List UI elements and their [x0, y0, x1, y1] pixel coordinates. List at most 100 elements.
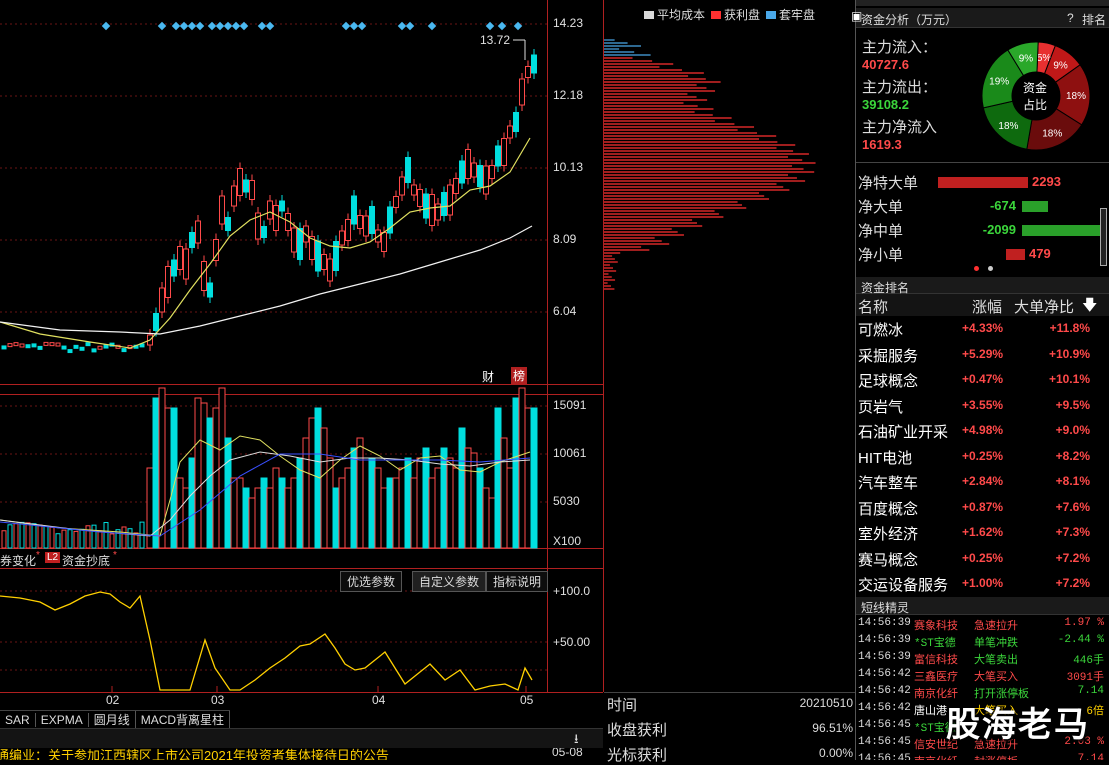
kline-candle	[1, 345, 7, 350]
volume-bar	[43, 525, 49, 549]
kline-candle	[351, 195, 357, 225]
custom-params-button[interactable]: 自定义参数	[412, 571, 487, 592]
kline-candle	[97, 345, 103, 350]
rank-row[interactable]: 交运设备服务 +1.00% +7.2%	[856, 571, 1108, 596]
kline-candle	[417, 189, 423, 207]
kline-candle	[73, 344, 79, 349]
tab-sar[interactable]: SAR	[0, 713, 36, 727]
rank-link[interactable]: 排名	[1082, 11, 1106, 28]
tab-expma[interactable]: EXPMA	[36, 713, 89, 727]
col-change[interactable]: 涨幅	[972, 296, 1002, 317]
fund-analysis-title: 资金分析（万元）	[861, 13, 958, 27]
short-line-row[interactable]: 14:56:39 赛象科技 急速拉升 1.97 %	[856, 616, 1108, 633]
rank-row[interactable]: HIT电池 +0.25% +8.2%	[856, 444, 1108, 469]
tab-moon-line[interactable]: 圆月线	[89, 711, 136, 728]
short-line-value: 446手	[1073, 655, 1104, 667]
kline-candle	[91, 348, 97, 353]
rank-row[interactable]: 室外经济 +1.62% +7.3%	[856, 520, 1108, 545]
news-ticker[interactable]: 通编业：关于参加江西辖区上市公司2021年投资者集体接待日的公告 05-08	[0, 748, 603, 760]
volume-bar	[338, 477, 346, 549]
chip-info-divider	[604, 692, 855, 693]
signal-diamond	[171, 21, 181, 31]
kline-candle	[345, 219, 351, 241]
rank-row[interactable]: 石油矿业开采 +4.98% +9.0%	[856, 418, 1108, 443]
indicator-help-button[interactable]: 指标说明	[486, 571, 549, 592]
short-line-row[interactable]: 14:56:39 富信科技 大笔卖出 446手	[856, 650, 1108, 667]
scrollbar[interactable]	[1100, 208, 1107, 266]
finance-tag[interactable]: 财	[482, 368, 494, 385]
rank-row[interactable]: 页岩气 +3.55% +9.5%	[856, 393, 1108, 418]
short-line-row[interactable]: 14:56:39 *ST宝德 单笔冲跌 -2.44 %	[856, 633, 1108, 650]
chip-info-label: 光标获利	[607, 747, 668, 764]
col-name[interactable]: 名称	[858, 296, 888, 317]
donut-center-text-2: 占比	[1023, 98, 1048, 112]
tab-star: *	[36, 550, 40, 561]
rank-row[interactable]: 赛马概念 +0.25% +7.2%	[856, 546, 1108, 571]
tab-stock-change[interactable]: 券变化	[0, 552, 36, 569]
rank-name: 室外经济	[858, 526, 919, 543]
volume-bar	[121, 526, 127, 549]
outflow-value: 39108.2	[862, 97, 909, 112]
kline-candle	[195, 220, 201, 244]
chip-distribution-chart[interactable]	[604, 20, 855, 292]
rank-name: 采掘服务	[858, 347, 919, 365]
volume-bar	[85, 525, 91, 549]
rank-row[interactable]: 可燃冰 +4.33% +11.8%	[856, 316, 1108, 341]
volume-bar	[164, 407, 172, 549]
kline-candle	[159, 287, 165, 313]
short-line-event: 封涨停板	[974, 753, 1018, 760]
short-line-row[interactable]: 14:56:42 三鑫医疗 大笔买入 3091手	[856, 667, 1108, 684]
short-line-event: 单笔冲跌	[974, 638, 1018, 650]
page-dot[interactable]	[988, 266, 993, 271]
rank-name: HIT电池	[858, 449, 913, 467]
ticker-text[interactable]: 通编业：关于参加江西辖区上市公司2021年投资者集体接待日的公告	[0, 748, 389, 760]
volume-bar	[248, 497, 256, 549]
volume-bar	[224, 437, 232, 549]
signal-diamond	[195, 21, 205, 31]
rank-row[interactable]: 足球概念 +0.47% +10.1%	[856, 367, 1108, 392]
net-flow-bar	[1022, 225, 1105, 236]
kline-candle	[291, 227, 297, 253]
volume-bar	[73, 530, 79, 549]
kline-candle	[369, 206, 375, 234]
volume-bar	[91, 524, 97, 549]
volume-bar	[194, 397, 202, 549]
rank-row[interactable]: 百度概念 +0.87% +7.6%	[856, 495, 1108, 520]
kline-candle	[393, 196, 399, 208]
bottom-tabbar-bg	[0, 728, 603, 748]
rank-name: 足球概念	[858, 373, 919, 390]
rank-row[interactable]: 汽车整车 +2.84% +8.1%	[856, 469, 1108, 494]
rank-tag[interactable]: 榜	[511, 367, 528, 384]
col-large-ratio[interactable]: 大单净比	[1014, 296, 1074, 317]
help-icon[interactable]: ?	[1067, 11, 1074, 25]
signal-diamond	[397, 21, 407, 31]
ma-line-short	[0, 137, 531, 349]
oscillator-line	[0, 591, 533, 691]
signal-diamond	[427, 21, 437, 31]
optimal-params-button[interactable]: 优选参数	[340, 571, 403, 592]
tab-macd-divergence[interactable]: MACD背离星柱	[136, 711, 231, 728]
short-line-time: 14:56:39	[858, 634, 911, 646]
volume-bar	[494, 407, 502, 549]
rank-row[interactable]: 采掘服务 +5.29% +10.9%	[856, 342, 1108, 367]
kline-candle	[411, 184, 417, 196]
kline-candle	[405, 157, 411, 183]
kline-candle	[363, 215, 369, 237]
short-line-value: 7.14	[1077, 753, 1104, 760]
signal-diamond	[187, 21, 197, 31]
volume-bar	[158, 387, 166, 549]
donut-slice-label: 9%	[1053, 60, 1068, 71]
net-flow-value: 2293	[1032, 174, 1061, 189]
kline-candle	[435, 203, 441, 221]
rank-ratio: +7.2%	[1055, 550, 1090, 565]
short-line-row[interactable]: 14:56:45南京化纤 封涨停板 7.14	[856, 752, 1108, 760]
kline-candle	[177, 246, 183, 270]
tab-capital-bottom[interactable]: 资金抄底	[62, 552, 110, 569]
net-flow-list: 净特大单 2293 净大单 -674 净中单 -2099 净小单 479	[856, 170, 1109, 270]
page-dot-active[interactable]	[974, 266, 979, 271]
chip-info-value: 20210510	[799, 696, 853, 710]
volume-bar	[284, 487, 292, 549]
signal-diamond	[497, 21, 507, 31]
chip-legend-swatch	[644, 11, 654, 19]
max-price-label: 13.72	[480, 33, 511, 47]
